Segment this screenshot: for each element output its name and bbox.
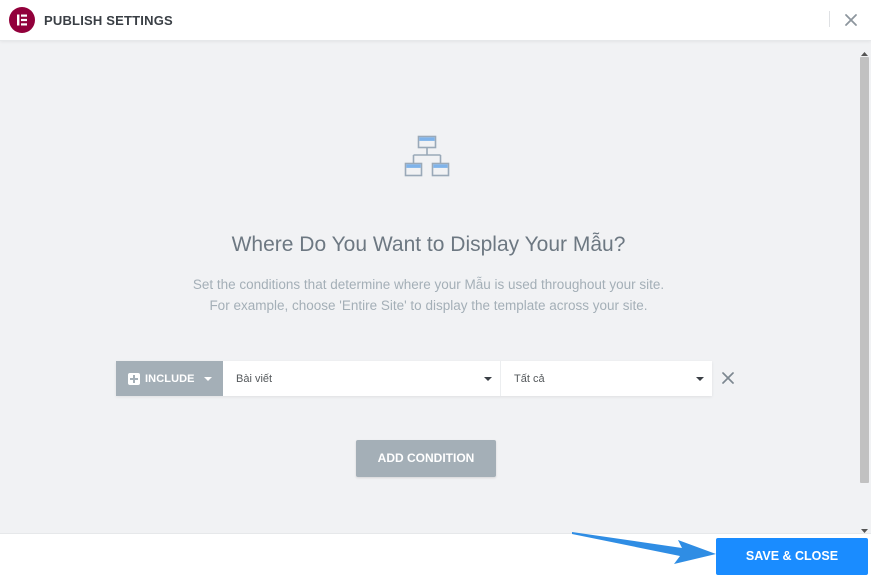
scroll-down-icon[interactable] [860,522,869,533]
save-close-button[interactable]: SAVE & CLOSE [716,538,868,575]
header-divider [829,11,830,27]
description-line-2: For example, choose 'Entire Site' to dis… [209,298,648,313]
close-icon[interactable] [838,7,864,33]
modal-header: PUBLISH SETTINGS [0,0,871,41]
page-title: Where Do You Want to Display Your Mẫu? [231,233,626,256]
scroll-up-icon[interactable] [860,45,869,56]
condition-type-select[interactable]: INCLUDE [116,361,223,396]
arrow-pointer-icon [570,528,718,568]
condition-name-value: Bài viết [236,373,273,385]
chevron-down-icon [204,377,212,381]
elementor-logo-icon [9,7,35,33]
hierarchy-icon [403,135,451,179]
remove-condition-icon[interactable] [720,370,736,386]
condition-type-label: INCLUDE [145,373,195,385]
condition-sub-value: Tất cả [514,373,545,385]
scrollbar-thumb[interactable] [860,57,869,483]
add-condition-button[interactable]: ADD CONDITION [356,440,496,477]
plus-icon [128,373,140,385]
description-line-1: Set the conditions that determine where … [192,277,665,292]
chevron-down-icon [484,377,492,381]
condition-row: INCLUDE Bài viết Tất cả [116,361,712,396]
condition-sub-select[interactable]: Tất cả [501,361,712,396]
modal-title: PUBLISH SETTINGS [44,13,173,28]
condition-name-select[interactable]: Bài viết [223,361,501,396]
chevron-down-icon [696,377,704,381]
